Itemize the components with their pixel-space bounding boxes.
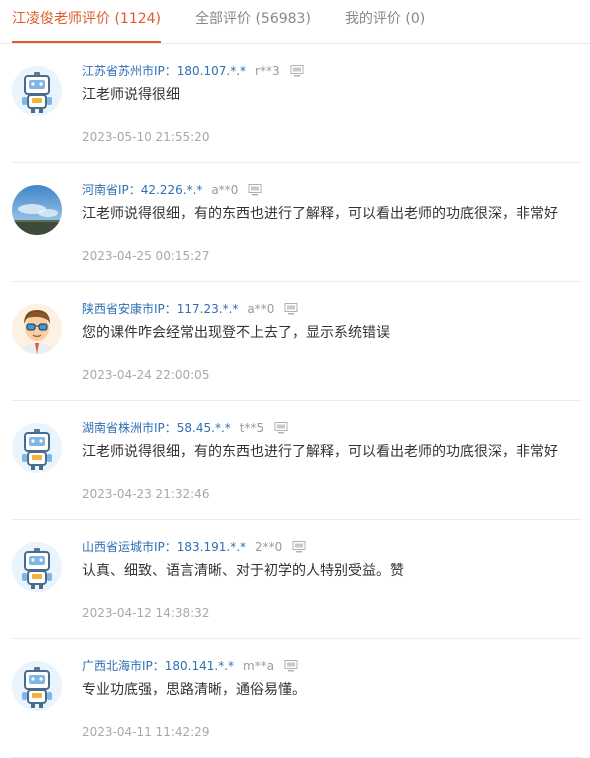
reviewer-location-ip: 山西省运城市IP：183.191.*.* — [82, 540, 247, 554]
review-meta: 山西省运城市IP：183.191.*.* 2**0 — [82, 539, 306, 555]
review-timestamp: 2023-04-11 11:42:29 — [82, 725, 210, 739]
review-item: 河南省IP：42.226.*.* a**0 江老师说得很细，有的东西也进行了解释… — [12, 163, 582, 282]
review-meta: 河南省IP：42.226.*.* a**0 — [82, 182, 262, 198]
cartoon-man-avatar — [12, 304, 62, 354]
review-timestamp: 2023-04-23 21:32:46 — [82, 487, 210, 501]
review-timestamp: 2023-04-24 22:00:05 — [82, 368, 210, 382]
reviewer-username: m**a — [243, 659, 275, 673]
review-timestamp: 2023-04-25 00:15:27 — [82, 249, 210, 263]
landscape-avatar — [12, 185, 62, 235]
review-list: 江苏省苏州市IP：180.107.*.* r**3 江老师说得很细 2023-0… — [0, 44, 590, 758]
review-meta: 江苏省苏州市IP：180.107.*.* r**3 — [82, 63, 304, 79]
computer-icon — [284, 660, 298, 672]
computer-icon — [284, 303, 298, 315]
computer-icon — [274, 422, 288, 434]
review-content: 江老师说得很细，有的东西也进行了解释，可以看出老师的功底很深，非常好 — [82, 206, 558, 222]
review-content: 江老师说得很细 — [82, 87, 180, 103]
review-meta: 陕西省安康市IP：117.23.*.* a**0 — [82, 301, 298, 317]
review-content: 江老师说得很细，有的东西也进行了解释，可以看出老师的功底很深，非常好 — [82, 444, 558, 460]
review-item: 湖南省株洲市IP：58.45.*.* t**5 江老师说得很细，有的东西也进行了… — [12, 401, 582, 520]
review-timestamp: 2023-05-10 21:55:20 — [82, 130, 210, 144]
reviewer-username: t**5 — [239, 421, 265, 435]
review-tabs: 江凌俊老师评价 (1124) 全部评价 (56983) 我的评价 (0) — [0, 0, 590, 44]
reviewer-location-ip: 湖南省株洲市IP：58.45.*.* — [82, 421, 231, 435]
computer-icon — [290, 65, 304, 77]
review-meta: 湖南省株洲市IP：58.45.*.* t**5 — [82, 420, 288, 436]
robot-avatar — [12, 661, 62, 711]
robot-avatar — [12, 542, 62, 592]
review-item: 陕西省安康市IP：117.23.*.* a**0 您的课件咋会经常出现登不上去了… — [12, 282, 582, 401]
reviewer-username: a**0 — [211, 183, 239, 197]
review-item: 山西省运城市IP：183.191.*.* 2**0 认真、细致、语言清晰、对于初… — [12, 520, 582, 639]
computer-icon — [248, 184, 262, 196]
review-content: 专业功底强，思路清晰，通俗易懂。 — [82, 682, 306, 698]
review-item: 江苏省苏州市IP：180.107.*.* r**3 江老师说得很细 2023-0… — [12, 44, 582, 163]
reviewer-username: a**0 — [247, 302, 275, 316]
reviewer-location-ip: 陕西省安康市IP：117.23.*.* — [82, 302, 239, 316]
review-content: 认真、细致、语言清晰、对于初学的人特别受益。赞 — [82, 563, 404, 579]
robot-avatar — [12, 423, 62, 473]
reviewer-location-ip: 广西北海市IP：180.141.*.* — [82, 659, 235, 673]
reviewer-username: 2**0 — [255, 540, 283, 554]
reviewer-location-ip: 江苏省苏州市IP：180.107.*.* — [82, 64, 247, 78]
review-timestamp: 2023-04-12 14:38:32 — [82, 606, 210, 620]
tab-my-reviews[interactable]: 我的评价 (0) — [345, 0, 425, 43]
robot-avatar — [12, 66, 62, 116]
reviewer-username: r**3 — [255, 64, 280, 78]
reviewer-location-ip: 河南省IP：42.226.*.* — [82, 183, 203, 197]
computer-icon — [292, 541, 306, 553]
review-item: 广西北海市IP：180.141.*.* m**a 专业功底强，思路清晰，通俗易懂… — [12, 639, 582, 758]
tab-all-reviews[interactable]: 全部评价 (56983) — [195, 0, 311, 43]
review-content: 您的课件咋会经常出现登不上去了，显示系统错误 — [82, 325, 390, 341]
review-meta: 广西北海市IP：180.141.*.* m**a — [82, 658, 298, 674]
tab-teacher-reviews[interactable]: 江凌俊老师评价 (1124) — [12, 0, 162, 43]
